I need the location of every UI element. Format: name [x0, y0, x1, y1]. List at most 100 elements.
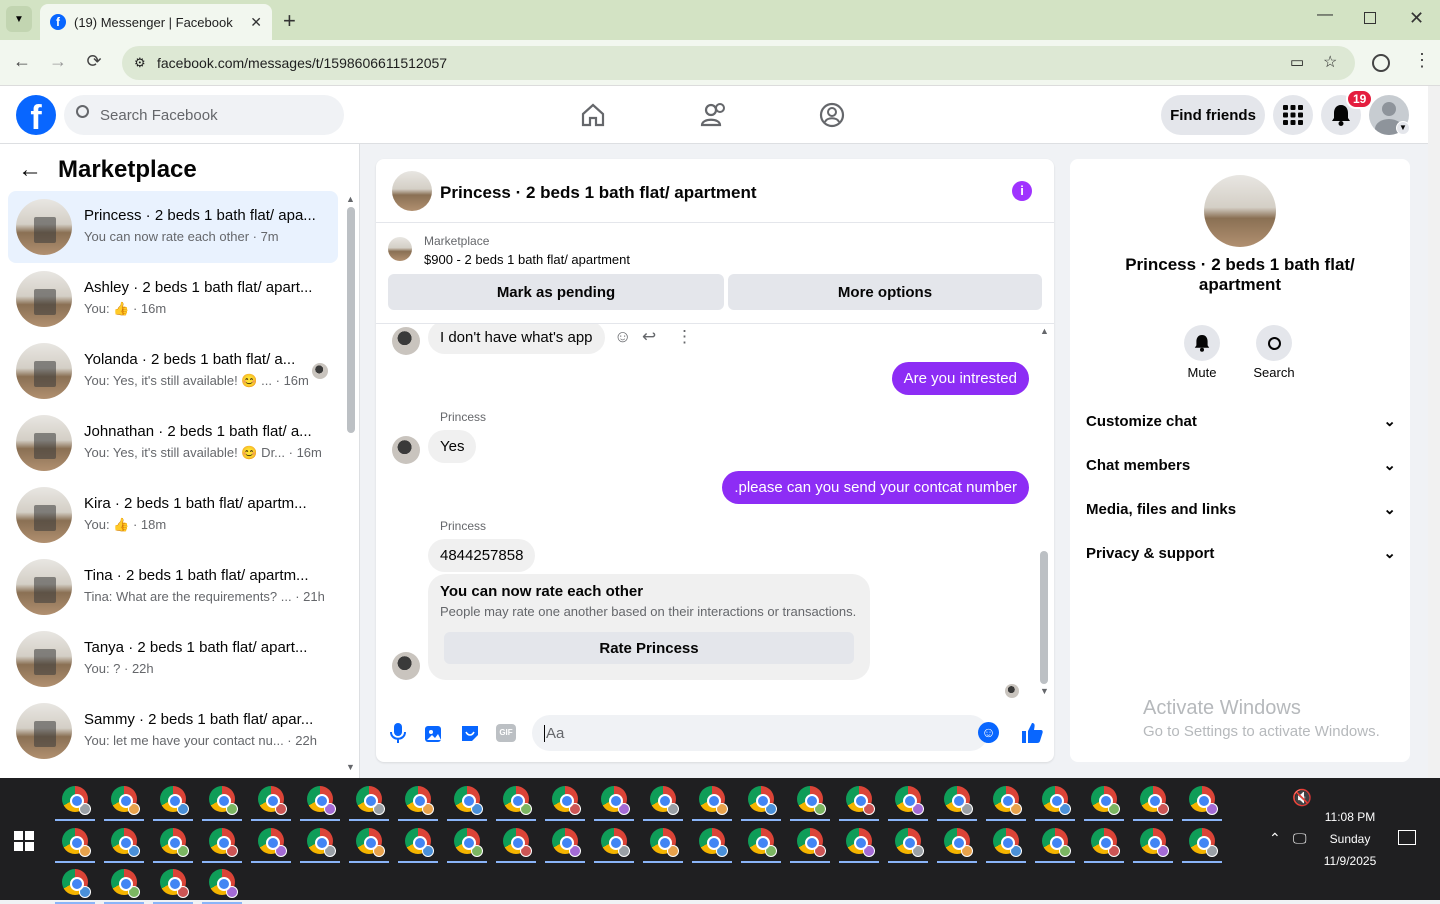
minimize-button[interactable]: —	[1317, 6, 1333, 24]
address-bar[interactable]: ⚙ facebook.com/messages/t/15986066115120…	[122, 46, 1355, 80]
chrome-taskbar-icon[interactable]	[895, 828, 924, 857]
chrome-taskbar-icon[interactable]	[944, 828, 973, 857]
notification-center-icon[interactable]	[1398, 830, 1416, 845]
chrome-taskbar-icon[interactable]	[111, 786, 140, 815]
chrome-taskbar-icon[interactable]	[209, 828, 238, 857]
chrome-taskbar-icon[interactable]	[503, 828, 532, 857]
chrome-taskbar-icon[interactable]	[356, 828, 385, 857]
sidebar-scrollbar-thumb[interactable]	[347, 207, 355, 433]
emoji-icon[interactable]: ☺	[978, 722, 999, 743]
close-window-button[interactable]: ✕	[1409, 8, 1424, 29]
close-tab-icon[interactable]: ✕	[250, 14, 262, 31]
groups-icon[interactable]	[818, 101, 846, 129]
sticker-icon[interactable]	[460, 723, 480, 743]
account-chevron-down-icon[interactable]: ▼	[1396, 121, 1410, 135]
conversation-item-princess[interactable]: Princess · 2 beds 1 bath flat/ apa... Yo…	[8, 191, 338, 263]
chrome-taskbar-icon[interactable]	[503, 786, 532, 815]
thumbs-up-icon[interactable]	[1020, 721, 1044, 745]
chrome-taskbar-icon[interactable]	[699, 828, 728, 857]
chat-scrollbar-thumb[interactable]	[1040, 551, 1048, 684]
conversation-item-ashley[interactable]: Ashley · 2 beds 1 bath flat/ apart... Yo…	[8, 263, 338, 335]
chrome-taskbar-icon[interactable]	[160, 869, 189, 898]
bookmark-star-icon[interactable]: ☆	[1323, 52, 1337, 72]
chrome-taskbar-icon[interactable]	[797, 828, 826, 857]
rate-princess-button[interactable]: Rate Princess	[444, 632, 854, 664]
reply-icon[interactable]: ↩	[642, 327, 656, 347]
scroll-up-arrow-icon[interactable]: ▲	[1040, 326, 1049, 336]
clock-time[interactable]: 11:08 PM	[1318, 810, 1382, 824]
find-friends-button[interactable]: Find friends	[1161, 95, 1265, 135]
chat-avatar[interactable]	[392, 171, 432, 211]
chrome-taskbar-icon[interactable]	[1042, 786, 1071, 815]
facebook-logo-icon[interactable]: f	[16, 95, 56, 135]
customize-chat-item[interactable]: Customize chat ⌄	[1086, 401, 1396, 441]
chrome-taskbar-icon[interactable]	[307, 828, 336, 857]
chrome-taskbar-icon[interactable]	[601, 786, 630, 815]
chrome-taskbar-icon[interactable]	[307, 786, 336, 815]
chrome-taskbar-icon[interactable]	[1091, 786, 1120, 815]
home-icon[interactable]	[580, 102, 606, 128]
back-arrow-icon[interactable]: ←	[18, 156, 42, 184]
windows-start-icon[interactable]	[14, 831, 34, 851]
chrome-taskbar-icon[interactable]	[356, 786, 385, 815]
chrome-taskbar-icon[interactable]	[699, 786, 728, 815]
friends-icon[interactable]	[700, 102, 728, 128]
chrome-taskbar-icon[interactable]	[846, 786, 875, 815]
microphone-icon[interactable]	[390, 722, 406, 744]
clock-day[interactable]: Sunday	[1318, 832, 1382, 846]
clock-date[interactable]: 11/9/2025	[1318, 854, 1382, 868]
chrome-taskbar-icon[interactable]	[62, 869, 91, 898]
listing-title[interactable]: $900 - 2 beds 1 bath flat/ apartment	[424, 252, 630, 267]
chrome-taskbar-icon[interactable]	[650, 786, 679, 815]
chrome-taskbar-icon[interactable]	[454, 786, 483, 815]
chrome-taskbar-icon[interactable]	[748, 828, 777, 857]
chrome-taskbar-icon[interactable]	[1189, 786, 1218, 815]
chrome-taskbar-icon[interactable]	[111, 828, 140, 857]
conversation-item-tina[interactable]: Tina · 2 beds 1 bath flat/ apartm... Tin…	[8, 551, 338, 623]
media-files-links-item[interactable]: Media, files and links ⌄	[1086, 489, 1396, 529]
mute-button[interactable]	[1184, 325, 1220, 361]
show-hidden-icons-chevron-icon[interactable]: ⌃	[1269, 830, 1281, 847]
search-button[interactable]	[1256, 325, 1292, 361]
conversation-item-johnathan[interactable]: Johnathan · 2 beds 1 bath flat/ a... You…	[8, 407, 338, 479]
chrome-taskbar-icon[interactable]	[1140, 828, 1169, 857]
chrome-taskbar-icon[interactable]	[209, 786, 238, 815]
reload-icon[interactable]: ⟳	[82, 51, 106, 72]
privacy-support-item[interactable]: Privacy & support ⌄	[1086, 533, 1396, 573]
chrome-taskbar-icon[interactable]	[62, 828, 91, 857]
chrome-taskbar-icon[interactable]	[552, 786, 581, 815]
chrome-taskbar-icon[interactable]	[797, 786, 826, 815]
profile-icon[interactable]	[1372, 54, 1390, 72]
facebook-search-input[interactable]: Search Facebook	[64, 95, 344, 135]
network-icon[interactable]: 🖵	[1293, 830, 1307, 847]
chrome-taskbar-icon[interactable]	[552, 828, 581, 857]
chrome-taskbar-icon[interactable]	[1042, 828, 1071, 857]
chrome-taskbar-icon[interactable]	[601, 828, 630, 857]
site-info-icon[interactable]: ⚙	[134, 55, 146, 71]
conversation-item-yolanda[interactable]: Yolanda · 2 beds 1 bath flat/ a... You: …	[8, 335, 338, 407]
chrome-taskbar-icon[interactable]	[160, 786, 189, 815]
back-arrow-icon[interactable]: ←	[10, 51, 34, 72]
browser-menu-icon[interactable]: ⋮	[1413, 50, 1431, 71]
conversation-item-tanya[interactable]: Tanya · 2 beds 1 bath flat/ apart... You…	[8, 623, 338, 695]
restore-button[interactable]	[1364, 12, 1376, 24]
chrome-taskbar-icon[interactable]	[258, 786, 287, 815]
new-tab-button[interactable]: +	[283, 8, 296, 34]
chrome-taskbar-icon[interactable]	[209, 869, 238, 898]
chrome-taskbar-icon[interactable]	[1091, 828, 1120, 857]
mark-as-pending-button[interactable]: Mark as pending	[388, 274, 724, 310]
chrome-taskbar-icon[interactable]	[993, 786, 1022, 815]
chrome-taskbar-icon[interactable]	[454, 828, 483, 857]
scroll-down-arrow-icon[interactable]: ▼	[1040, 686, 1049, 696]
chrome-taskbar-icon[interactable]	[846, 828, 875, 857]
install-app-icon[interactable]: ▭	[1290, 53, 1304, 71]
more-options-button[interactable]: More options	[728, 274, 1042, 310]
chrome-taskbar-icon[interactable]	[62, 786, 91, 815]
info-icon[interactable]: i	[1012, 181, 1032, 201]
chat-members-item[interactable]: Chat members ⌄	[1086, 445, 1396, 485]
chrome-taskbar-icon[interactable]	[405, 828, 434, 857]
volume-muted-icon[interactable]: 🔇	[1292, 788, 1312, 808]
chrome-taskbar-icon[interactable]	[895, 786, 924, 815]
react-icon[interactable]: ☺	[614, 327, 631, 347]
chrome-taskbar-icon[interactable]	[160, 828, 189, 857]
